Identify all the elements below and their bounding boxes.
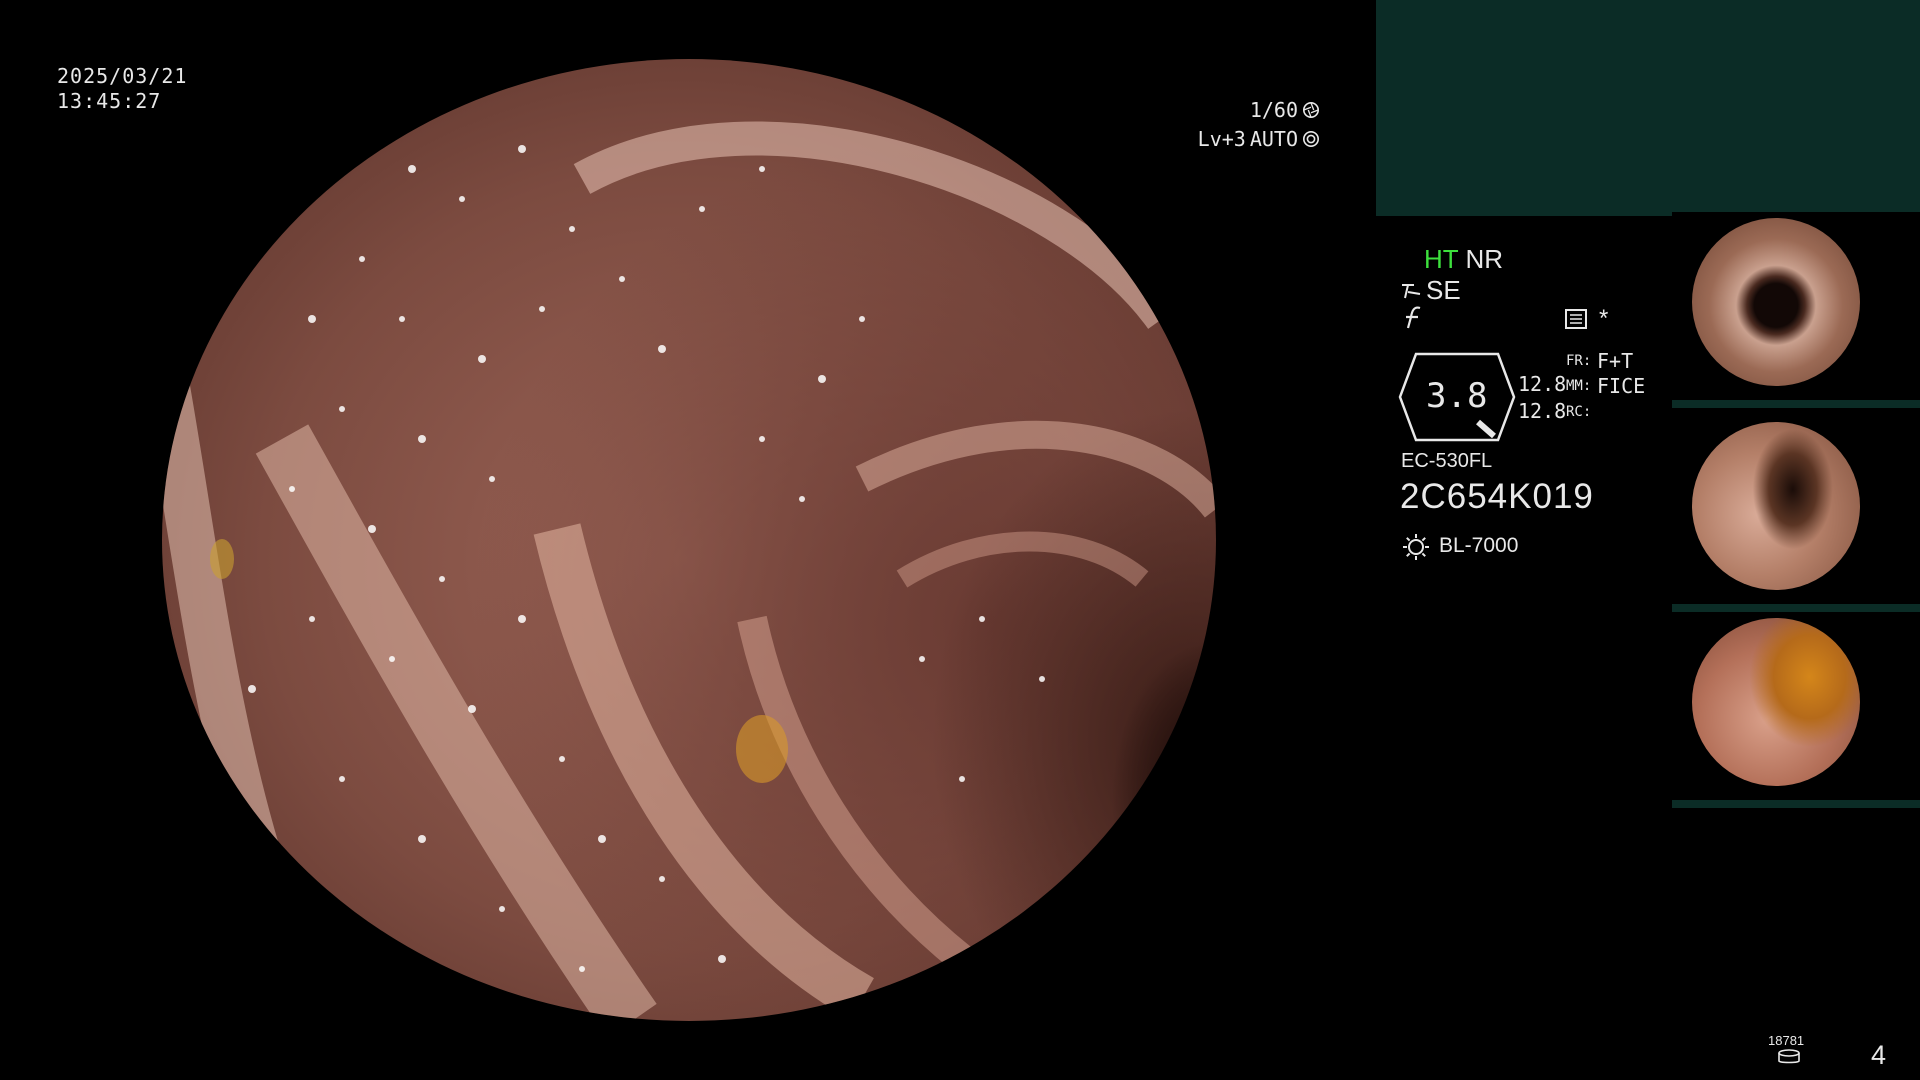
nr-indicator: NR xyxy=(1465,244,1503,274)
se-indicator: SE xyxy=(1426,275,1461,305)
ht-indicator: HT xyxy=(1424,244,1459,274)
iris-icon xyxy=(1302,130,1320,148)
aperture-icon xyxy=(1302,101,1320,119)
scope-serial: 2C654K019 xyxy=(1400,477,1594,516)
value-1: 12.8 xyxy=(1518,372,1567,396)
fr-value: F+T xyxy=(1597,349,1634,373)
edge-enhance-icon xyxy=(1406,306,1421,329)
capture-thumbnail-1[interactable] xyxy=(1672,212,1920,408)
shutter-value: 1/60 xyxy=(1249,98,1298,122)
time-label: 13:45:27 xyxy=(57,89,162,113)
shutter-readout: 1/60 xyxy=(1250,98,1320,122)
light-source-label: BL-7000 xyxy=(1439,534,1519,557)
rc-label: RC: xyxy=(1566,404,1592,420)
light-source-icon xyxy=(1403,534,1429,560)
thumbnail-strip xyxy=(1672,800,1920,808)
capture-thumbnail-3[interactable] xyxy=(1672,612,1920,808)
record-icon xyxy=(1565,309,1587,329)
mucosal-folds xyxy=(162,121,1216,1021)
endoscope-image xyxy=(162,59,1216,1021)
thumbnail-strip xyxy=(1672,604,1920,612)
thumbnail-image xyxy=(1692,422,1860,590)
value-2: 12.8 xyxy=(1518,399,1567,423)
exposure-mode-readout: Lv+3 AUTO xyxy=(1198,127,1320,151)
thumbnail-image xyxy=(1692,618,1860,786)
preview-panel xyxy=(1376,0,1920,216)
disk-icon xyxy=(1778,1049,1800,1064)
exposure-mode: AUTO xyxy=(1249,127,1298,151)
scope-model: EC-530FL xyxy=(1401,450,1493,472)
exposure-level: Lv+3 xyxy=(1197,127,1246,151)
mm-value: FICE xyxy=(1597,374,1646,398)
ht-nr-status: HT NR xyxy=(1424,244,1503,275)
page-number: 4 xyxy=(1871,1040,1887,1070)
thumbnail-strip xyxy=(1672,400,1920,408)
structure-enhance-icon xyxy=(1402,283,1421,298)
fr-label: FR: xyxy=(1566,353,1592,369)
thumbnail-image xyxy=(1692,218,1860,386)
mm-label: MM: xyxy=(1566,378,1592,394)
se-status: SE xyxy=(1400,275,1461,306)
capture-thumbnail-2[interactable] xyxy=(1672,416,1920,612)
zoom-value: 3.8 xyxy=(1426,376,1488,416)
storage-count: 18781 xyxy=(1768,1033,1805,1048)
asterisk-indicator: * xyxy=(1599,305,1609,332)
